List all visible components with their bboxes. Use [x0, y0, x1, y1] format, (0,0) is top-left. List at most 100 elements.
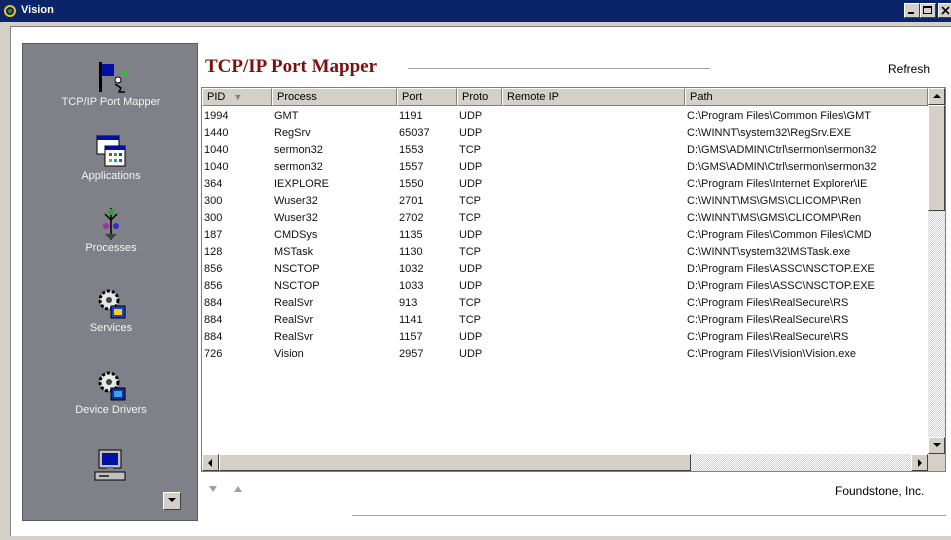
column-header-path[interactable]: Path — [685, 88, 928, 106]
cell-process: NSCTOP — [274, 263, 320, 275]
close-button[interactable] — [938, 3, 951, 18]
title-bar[interactable]: Vision — [0, 0, 951, 22]
cell-remote-ip — [502, 142, 685, 159]
table-row[interactable]: 1040 sermon32 1557 UDP D:\GMS\ADMIN\Ctrl\ser… — [202, 159, 928, 176]
cell-path: C:\WINNT\MS\GMS\CLICOMP\Ren — [687, 195, 862, 207]
horizontal-scrollbar[interactable] — [202, 454, 928, 471]
cell-pid: 726 — [204, 348, 223, 360]
scroll-up-button[interactable] — [928, 88, 945, 105]
sidebar-item-label: Processes — [85, 242, 137, 254]
scroll-left-button[interactable] — [202, 454, 219, 471]
sidebar-item-label: Device Drivers — [75, 404, 147, 416]
sidebar-item-applications[interactable]: Applications — [23, 132, 199, 198]
processes-icon — [103, 208, 119, 240]
cell-path: D:\Program Files\ASSC\NSCTOP.EXE — [687, 280, 875, 292]
cell-remote-ip — [502, 295, 685, 312]
chevron-down-icon — [168, 498, 176, 502]
sidebar-item-port-mapper[interactable]: TCP/IP Port Mapper — [23, 58, 199, 124]
table-row[interactable]: 1040 sermon32 1553 TCP D:\GMS\ADMIN\Ctrl\ser… — [202, 142, 928, 159]
table-row[interactable]: 300 Wuser32 2702 TCP C:\WINNT\MS\GMS\CLICOMP… — [202, 210, 928, 227]
close-icon — [941, 6, 950, 15]
column-header-process[interactable]: Process — [272, 88, 397, 106]
cell-path: C:\WINNT\system32\MSTask.exe — [687, 246, 851, 258]
cell-path: D:\GMS\ADMIN\Ctrl\sermon\sermon32 — [687, 161, 877, 173]
cell-process: RealSvr — [274, 331, 314, 343]
scroll-right-button[interactable] — [911, 454, 928, 471]
cell-path: C:\Program Files\Vision\Vision.exe — [687, 348, 856, 360]
cell-remote-ip — [502, 244, 685, 261]
sort-down-arrow-icon[interactable] — [207, 483, 219, 495]
cell-path: D:\GMS\ADMIN\Ctrl\sermon\sermon32 — [687, 144, 877, 156]
table-row[interactable]: 884 RealSvr 913 TCP C:\Program Files\RealSec… — [202, 295, 928, 312]
cell-proto: UDP — [459, 331, 483, 343]
table-row[interactable]: 1994 GMT 1191 UDP C:\Program Files\Common Fi… — [202, 108, 928, 125]
cell-pid: 128 — [204, 246, 223, 258]
cell-process: MSTask — [274, 246, 314, 258]
company-label: Foundstone, Inc. — [835, 484, 925, 498]
cell-process: GMT — [274, 110, 299, 122]
cell-port: 1130 — [399, 246, 423, 258]
cell-remote-ip — [502, 159, 685, 176]
table-row[interactable]: 884 RealSvr 1141 TCP C:\Program Files\RealSe… — [202, 312, 928, 329]
cell-remote-ip — [502, 278, 685, 295]
cell-remote-ip — [502, 108, 685, 125]
applications-icon — [96, 135, 126, 167]
cell-pid: 1040 — [204, 161, 229, 173]
cell-port: 2701 — [399, 195, 424, 207]
sidebar-scroll-down-button[interactable] — [163, 492, 181, 510]
cell-process: IEXPLORE — [274, 178, 330, 190]
column-header-remote-ip[interactable]: Remote IP — [502, 88, 685, 106]
cell-process: RegSrv — [274, 127, 311, 139]
table-body: 1994 GMT 1191 UDP C:\Program Files\Common Fi… — [202, 106, 928, 452]
cell-path: C:\Program Files\RealSecure\RS — [687, 314, 849, 326]
sidebar-item-processes[interactable]: Processes — [23, 204, 199, 270]
cell-process: NSCTOP — [274, 280, 320, 292]
cell-proto: TCP — [459, 144, 481, 156]
cell-port: 65037 — [399, 127, 430, 139]
device-drivers-icon — [98, 371, 126, 401]
cell-proto: UDP — [459, 229, 483, 241]
cell-path: C:\Program Files\Internet Explorer\IE — [687, 178, 868, 190]
cell-process: Wuser32 — [274, 195, 318, 207]
vertical-scrollbar[interactable] — [928, 88, 945, 454]
title-divider — [408, 68, 710, 70]
cell-remote-ip — [502, 261, 685, 278]
table-header: PID ▼ Process Port Proto Remote IP Path — [202, 88, 928, 106]
cell-pid: 1994 — [204, 110, 229, 122]
chevron-down-icon — [933, 443, 941, 447]
sidebar-item-device-drivers[interactable]: Device Drivers — [23, 366, 199, 432]
cell-process: Vision — [274, 348, 304, 360]
table-row[interactable]: 856 NSCTOP 1032 UDP D:\Program Files\ASSC\NS… — [202, 261, 928, 278]
maximize-icon — [923, 6, 932, 14]
cell-proto: UDP — [459, 348, 483, 360]
cell-proto: UDP — [459, 263, 483, 275]
refresh-button[interactable]: Refresh — [888, 62, 930, 76]
cell-proto: UDP — [459, 280, 483, 292]
cell-port: 1135 — [399, 229, 423, 241]
cell-process: CMDSys — [274, 229, 318, 241]
cell-process: sermon32 — [274, 144, 323, 156]
column-header-pid[interactable]: PID ▼ — [202, 88, 272, 106]
minimize-icon — [908, 12, 914, 14]
vertical-scroll-thumb[interactable] — [928, 105, 945, 211]
cell-pid: 856 — [204, 263, 223, 275]
maximize-button[interactable] — [920, 3, 936, 18]
table-row[interactable]: 300 Wuser32 2701 TCP C:\WINNT\MS\GMS\CLICOMP… — [202, 193, 928, 210]
chevron-left-icon — [208, 459, 212, 467]
table-row[interactable]: 364 IEXPLORE 1550 UDP C:\Program Files\Inter… — [202, 176, 928, 193]
table-row[interactable]: 128 MSTask 1130 TCP C:\WINNT\system32\MSTask… — [202, 244, 928, 261]
sidebar-item-services[interactable]: Services — [23, 284, 199, 350]
horizontal-scroll-thumb[interactable] — [219, 454, 691, 471]
cell-port: 1557 — [399, 161, 424, 173]
table-row[interactable]: 856 NSCTOP 1033 UDP D:\Program Files\ASSC\NS… — [202, 278, 928, 295]
column-header-port[interactable]: Port — [397, 88, 457, 106]
minimize-button[interactable] — [904, 3, 920, 18]
table-row[interactable]: 187 CMDSys 1135 UDP C:\Program Files\Common … — [202, 227, 928, 244]
table-row[interactable]: 884 RealSvr 1157 UDP C:\Program Files\RealSe… — [202, 329, 928, 346]
table-row[interactable]: 1440 RegSrv 65037 UDP C:\WINNT\system32\RegS… — [202, 125, 928, 142]
table-row[interactable]: 726 Vision 2957 UDP C:\Program Files\Vision\… — [202, 346, 928, 363]
column-header-proto[interactable]: Proto — [457, 88, 502, 106]
scroll-down-button[interactable] — [928, 437, 945, 454]
vision-app-icon — [4, 5, 16, 17]
sort-up-arrow-icon[interactable] — [232, 483, 244, 495]
